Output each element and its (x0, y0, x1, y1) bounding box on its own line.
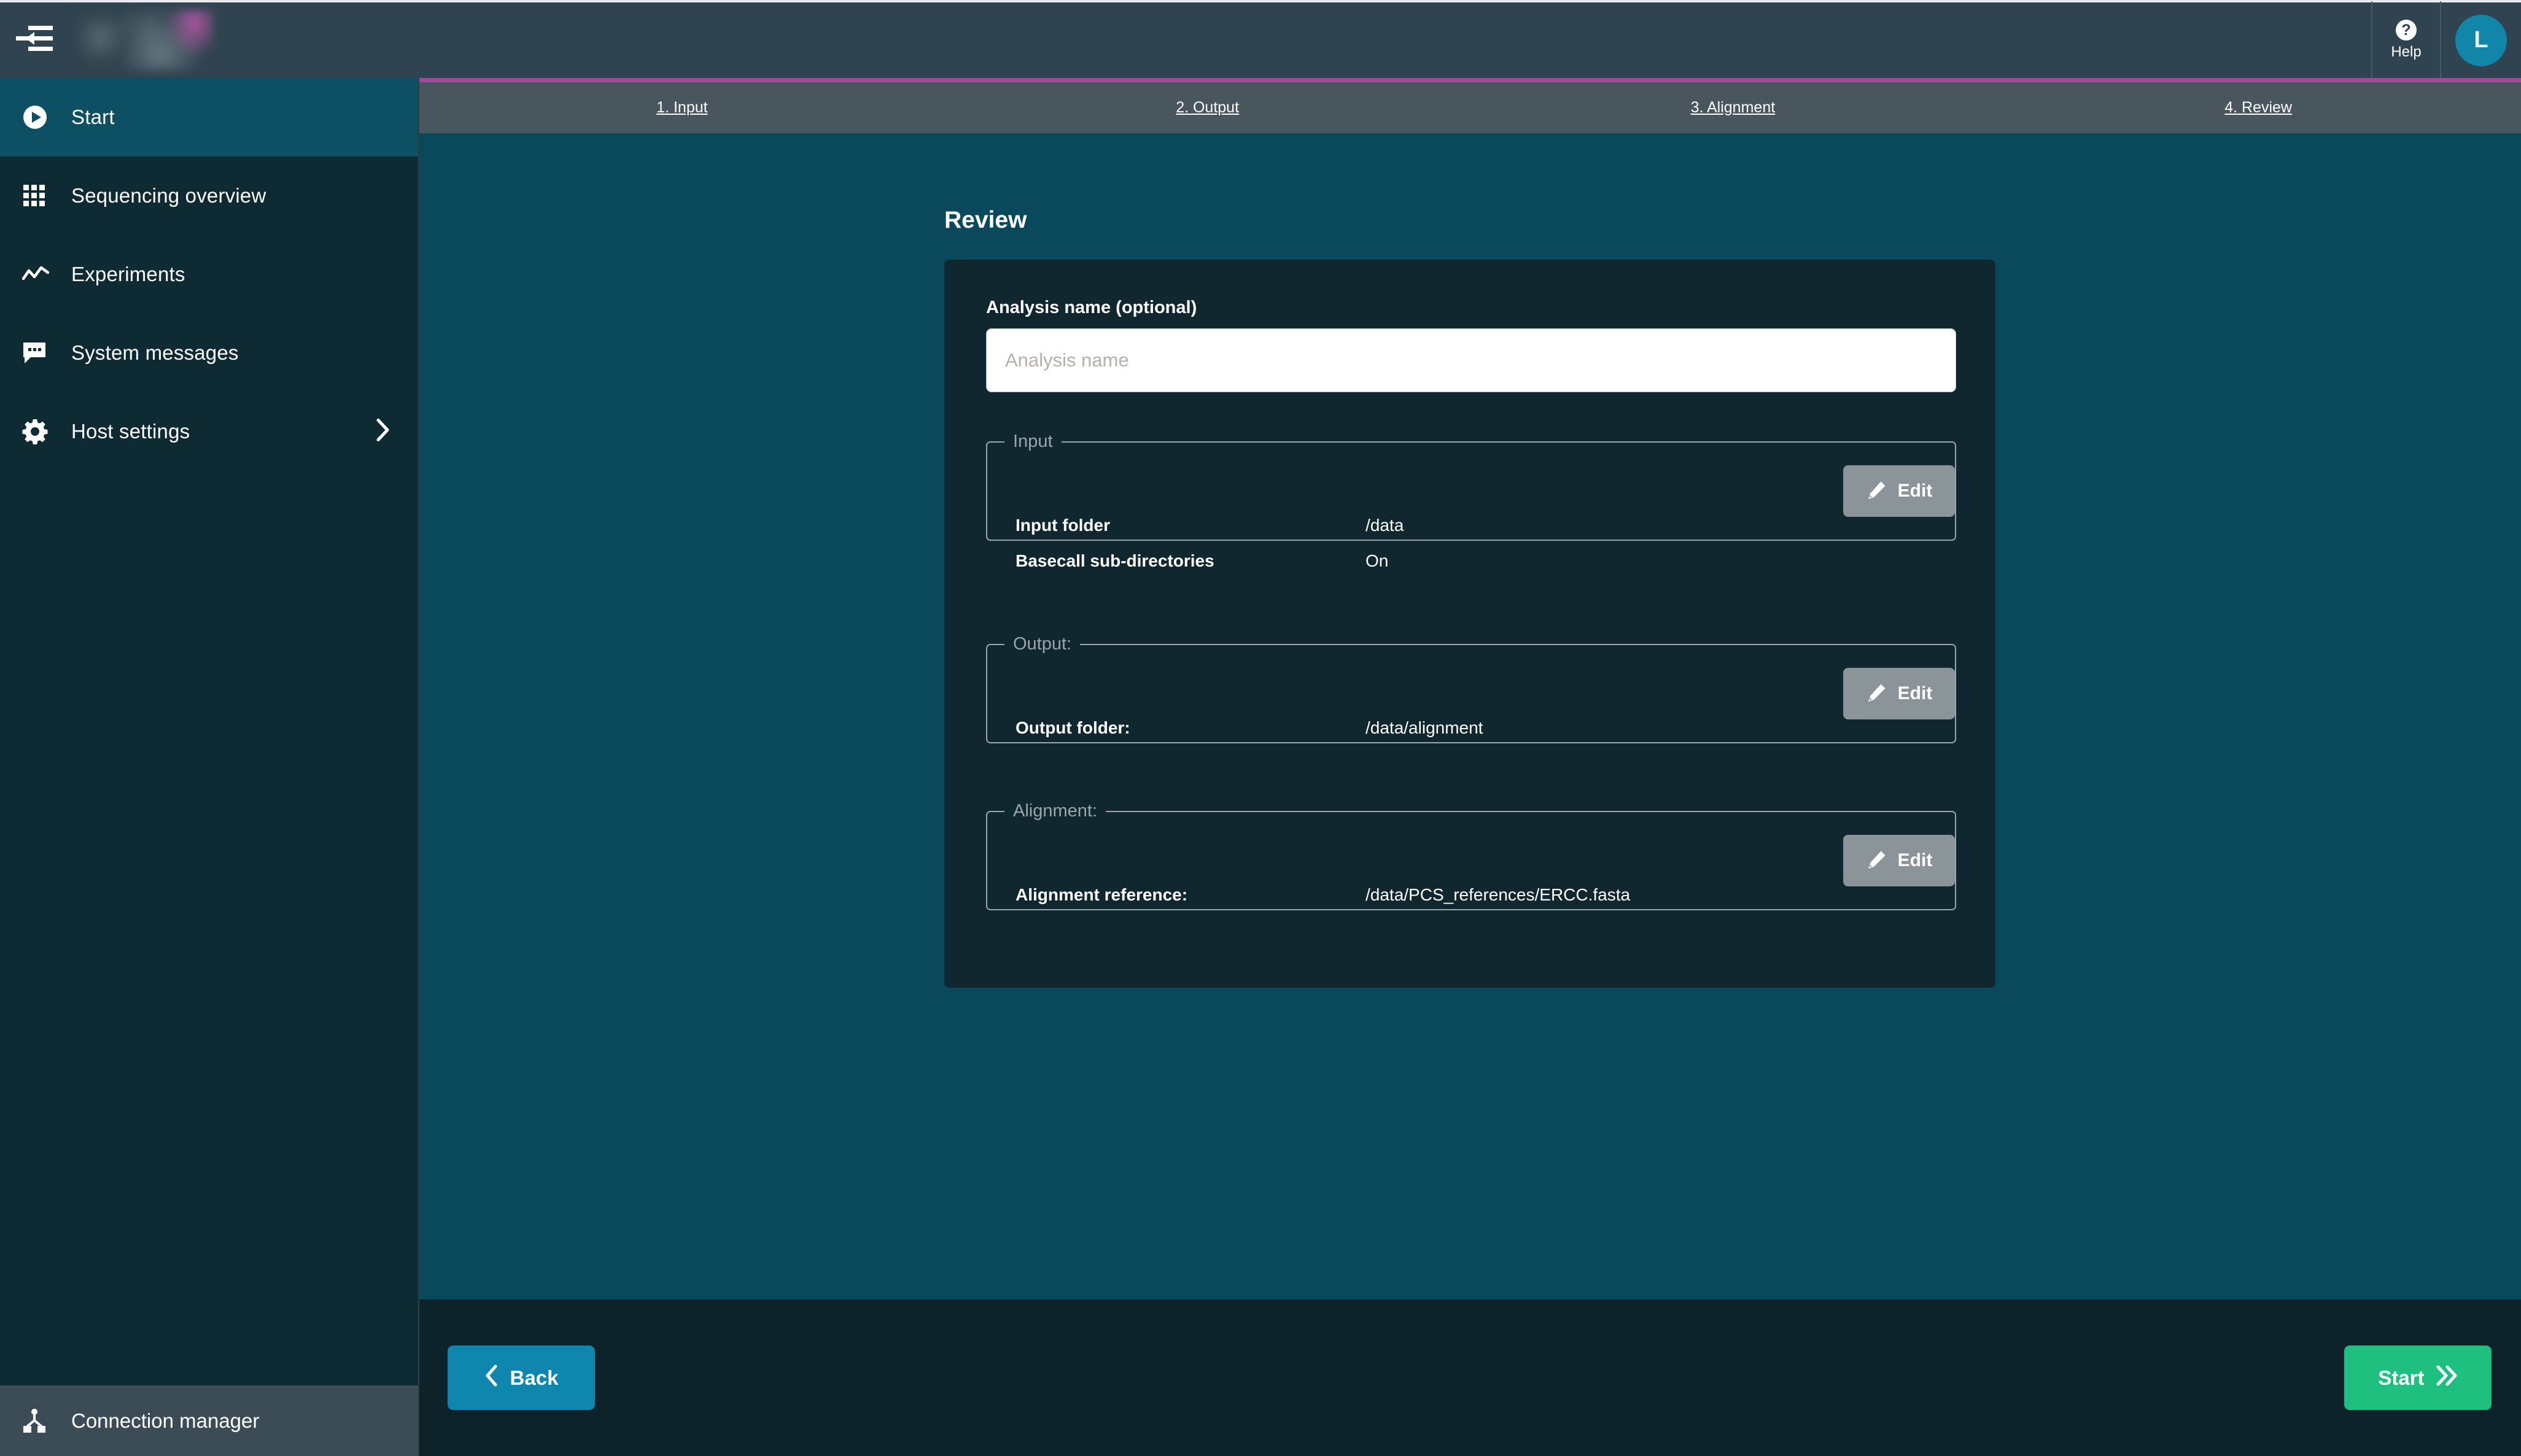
footer-bar: Back Start (419, 1299, 2521, 1456)
brand-logo (72, 9, 214, 71)
alignment-section: Alignment: Edit Alignment reference: /da… (986, 801, 1956, 910)
edit-alignment-button[interactable]: Edit (1843, 835, 1955, 886)
pencil-icon (1866, 683, 1887, 705)
pencil-icon (1866, 850, 1887, 872)
table-row: Output folder: /data/alignment (1016, 718, 1924, 738)
input-section: Input Edit Input folder /data Basecall s… (986, 432, 1956, 570)
row-value: /data/PCS_references/ERCC.fasta (1365, 885, 1631, 904)
main-content: Review Analysis name (optional) Input Ed… (419, 133, 2521, 1299)
analysis-name-label: Analysis name (optional) (986, 298, 1197, 317)
sidebar-item-label: Experiments (71, 263, 185, 285)
avatar: L (2455, 14, 2507, 66)
play-circle-icon (22, 104, 71, 130)
edit-input-button[interactable]: Edit (1843, 465, 1955, 517)
sidebar-item-label: System messages (71, 341, 239, 364)
row-key: Input folder (1016, 516, 1110, 535)
chevron-right-icon (375, 417, 391, 446)
row-value: On (1365, 551, 1389, 570)
pencil-icon (1866, 480, 1887, 503)
help-button[interactable]: ? Help (2371, 1, 2440, 79)
top-header-bar: ? Help L (0, 0, 2521, 79)
connection-manager-label: Connection manager (71, 1409, 260, 1432)
accent-divider (419, 78, 2521, 82)
sidebar-item-sequencing-overview[interactable]: Sequencing overview (0, 157, 418, 235)
sidebar-item-experiments[interactable]: Experiments (0, 235, 418, 314)
sidebar: Start Sequencing overview Experiments Sy… (0, 78, 419, 1456)
start-button[interactable]: Start (2344, 1346, 2492, 1410)
wizard-tab-bar: 1. Input 2. Output 3. Alignment 4. Revie… (419, 82, 2521, 133)
sidebar-item-start[interactable]: Start (0, 78, 418, 157)
tab-review[interactable]: 4. Review (1995, 99, 2521, 117)
output-section: Output: Edit Output folder: /data/alignm… (986, 634, 1956, 743)
edit-output-button[interactable]: Edit (1843, 668, 1955, 719)
chevron-left-icon (484, 1364, 499, 1392)
connection-manager-button[interactable]: Connection manager (0, 1385, 418, 1456)
alignment-section-legend: Alignment: (1013, 801, 1098, 821)
sidebar-item-label: Host settings (71, 420, 190, 443)
chat-bubble-icon (22, 341, 71, 365)
app-root: ? Help L Start Sequencing overview Exper… (0, 0, 2521, 1456)
network-nodes-icon (22, 1408, 71, 1434)
output-section-legend: Output: (1013, 634, 1072, 654)
table-row: Basecall sub-directories On (1016, 551, 1924, 571)
tab-input[interactable]: 1. Input (419, 99, 945, 117)
sidebar-item-label: Start (71, 106, 115, 128)
analysis-name-input[interactable] (986, 328, 1956, 392)
back-button[interactable]: Back (448, 1346, 595, 1410)
tab-output[interactable]: 2. Output (945, 99, 1470, 117)
user-avatar-button[interactable]: L (2440, 1, 2521, 79)
line-chart-icon (22, 265, 71, 284)
table-row: Alignment reference: /data/PCS_reference… (1016, 885, 1924, 905)
row-key: Output folder: (1016, 718, 1130, 737)
start-label: Start (2378, 1366, 2425, 1389)
collapse-menu-icon (15, 25, 53, 56)
review-card: Analysis name (optional) Input Edit Inpu… (944, 260, 1995, 988)
sidebar-item-system-messages[interactable]: System messages (0, 314, 418, 392)
help-icon: ? (2396, 20, 2417, 41)
help-label: Help (2391, 44, 2422, 60)
back-label: Back (510, 1366, 559, 1389)
edit-input-label: Edit (1897, 481, 1933, 501)
edit-alignment-label: Edit (1897, 850, 1933, 870)
page-title: Review (944, 207, 1027, 233)
grid-icon (22, 184, 71, 208)
row-value: /data/alignment (1365, 718, 1483, 737)
row-key: Basecall sub-directories (1016, 551, 1214, 570)
edit-output-label: Edit (1897, 683, 1933, 703)
row-value: /data (1365, 516, 1404, 535)
input-section-legend: Input (1013, 432, 1053, 451)
gear-icon (22, 419, 71, 444)
sidebar-item-host-settings[interactable]: Host settings (0, 392, 418, 471)
sidebar-item-label: Sequencing overview (71, 184, 266, 207)
row-key: Alignment reference: (1016, 885, 1188, 904)
tab-alignment[interactable]: 3. Alignment (1470, 99, 1996, 117)
chevron-double-right-icon (2436, 1364, 2458, 1392)
collapse-menu-button[interactable] (0, 1, 68, 79)
table-row: Input folder /data (1016, 516, 1924, 535)
